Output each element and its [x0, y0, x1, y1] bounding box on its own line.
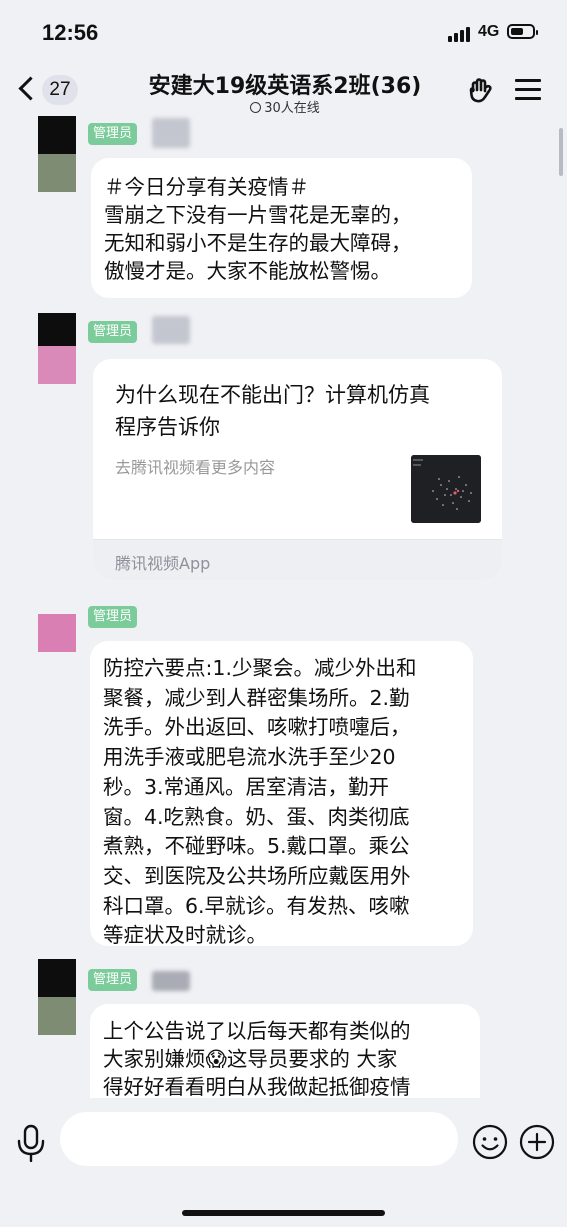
admin-badge: 管理员: [88, 606, 138, 628]
avatar[interactable]: [38, 313, 76, 384]
message-text: 上个公告说了以后每天都有类似的 大家别嫌烦😱这导员要求的 大家 得好好看看明白从…: [103, 1019, 411, 1099]
admin-badge: 管理员: [88, 321, 138, 343]
plus-button[interactable]: [519, 1124, 555, 1160]
emoji-icon: [472, 1124, 508, 1160]
chat-header: 27 安建大19级英语系2班(36) 30人在线: [0, 62, 567, 118]
back-button[interactable]: 27: [18, 74, 84, 108]
card-description: 去腾讯视频看更多内容: [115, 458, 276, 477]
avatar[interactable]: [38, 614, 76, 652]
message-input[interactable]: [60, 1112, 458, 1166]
link-card[interactable]: 为什么现在不能出门？计算机仿真 程序告诉你 去腾讯视频看更多内容 腾讯视频App: [93, 359, 502, 580]
message-bubble[interactable]: 防控六要点:1.少聚会。减少外出和 聚餐，减少到人群密集场所。2.勤 洗手。外出…: [90, 641, 473, 947]
raised-hand-button[interactable]: [466, 76, 496, 106]
menu-icon[interactable]: [515, 79, 541, 101]
microphone-icon: [17, 1124, 45, 1163]
card-title: 为什么现在不能出门？计算机仿真 程序告诉你: [115, 383, 430, 439]
admin-badge: 管理员: [88, 969, 138, 991]
group-title[interactable]: 安建大19级英语系2班(36): [140, 68, 430, 100]
back-chevron-icon: [18, 76, 43, 101]
signal-icon: [448, 26, 474, 42]
scroll-indicator[interactable]: [559, 128, 563, 176]
admin-badge: 管理员: [88, 123, 138, 145]
sender-name: [152, 971, 190, 991]
online-status: 30人在线: [230, 97, 340, 116]
home-indicator[interactable]: [182, 1210, 385, 1216]
card-source: 腾讯视频App: [115, 554, 211, 573]
emoji-button[interactable]: [472, 1124, 508, 1160]
status-bar: 12:56 4G: [0, 0, 567, 62]
message-bubble[interactable]: ＃今日分享有关疫情＃ 雪崩之下没有一片雪花是无辜的， 无知和弱小不是生存的最大障…: [91, 158, 472, 298]
network-type: 4G: [478, 23, 500, 40]
voice-button[interactable]: [14, 1124, 48, 1163]
card-thumbnail: [411, 455, 481, 523]
unread-count-badge: 27: [42, 75, 78, 105]
input-bar: [0, 1098, 567, 1227]
sender-name: [152, 316, 190, 344]
avatar[interactable]: [38, 959, 76, 1035]
message-text: ＃今日分享有关疫情＃ 雪崩之下没有一片雪花是无辜的， 无知和弱小不是生存的最大障…: [104, 175, 412, 283]
message-text: 防控六要点:1.少聚会。减少外出和 聚餐，减少到人群密集场所。2.勤 洗手。外出…: [103, 656, 417, 948]
online-count: 30人在线: [264, 101, 320, 116]
avatar[interactable]: [38, 116, 76, 192]
battery-icon: [507, 24, 538, 39]
plus-icon: [519, 1124, 555, 1160]
raised-hand-icon: [469, 78, 492, 103]
sender-name: [152, 118, 190, 148]
status-time: 12:56: [42, 20, 99, 45]
clock-icon: [250, 102, 262, 113]
